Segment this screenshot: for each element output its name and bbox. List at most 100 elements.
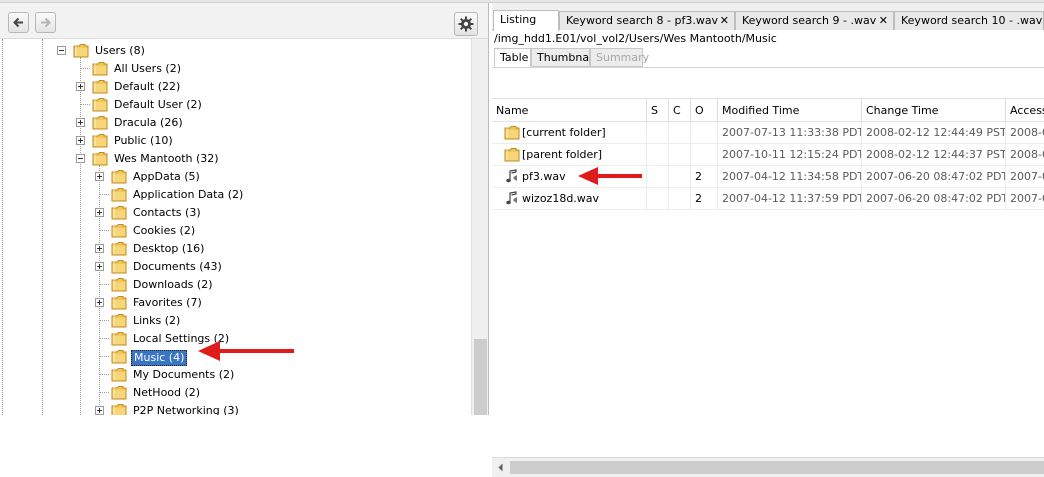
cell-o [691, 144, 718, 166]
audio-file-icon [504, 191, 520, 206]
expand-toggle[interactable] [95, 406, 104, 415]
column-header-change-time[interactable]: Change Time [862, 99, 1006, 122]
tree-item-my-documents[interactable]: My Documents (2) [0, 366, 470, 384]
back-button[interactable] [8, 12, 29, 33]
expand-toggle[interactable] [76, 82, 85, 91]
folder-icon [111, 169, 127, 184]
cell-s [647, 144, 669, 166]
tree-item-public[interactable]: Public (10) [0, 132, 470, 150]
tree-item-default-user[interactable]: Default User (2) [0, 96, 470, 114]
forward-button[interactable] [35, 12, 56, 33]
tree-item-label: Users (8) [95, 44, 145, 57]
tree-item-application-data[interactable]: Application Data (2) [0, 186, 470, 204]
tree-connector [99, 338, 109, 339]
tree-connector [80, 68, 90, 69]
folder-icon [111, 331, 127, 346]
folder-icon [111, 241, 127, 256]
tree-item-label-selected: Music (4) [131, 350, 188, 366]
tree-connector [99, 230, 109, 231]
collapse-toggle[interactable] [76, 154, 85, 163]
cell-access-time: 2007-0 [1010, 170, 1044, 183]
table-row[interactable]: [parent folder] 2007-10-11 12:15:24 PDT … [492, 144, 1044, 166]
tree-item-all-users[interactable]: All Users (2) [0, 60, 470, 78]
expand-toggle[interactable] [95, 208, 104, 217]
tree-item-favorites[interactable]: Favorites (7) [0, 294, 470, 312]
cell-s [647, 188, 669, 210]
tree-connector [99, 194, 109, 195]
tree-item-label: Default User (2) [114, 98, 202, 111]
column-header-name[interactable]: Name [492, 99, 647, 122]
tree-item-users[interactable]: Users (8) [0, 42, 470, 60]
folder-icon [73, 43, 89, 58]
tree-connector [99, 284, 109, 285]
scroll-left-icon[interactable] [493, 460, 508, 475]
column-header-c[interactable]: C [669, 99, 691, 122]
tree-vertical-scrollbar[interactable] [471, 39, 488, 415]
tree-item-default[interactable]: Default (22) [0, 78, 470, 96]
view-tabs: Table Thumbnail Summary [492, 48, 1044, 67]
tree-item-desktop[interactable]: Desktop (16) [0, 240, 470, 258]
table-horizontal-scrollbar[interactable] [492, 457, 1044, 477]
cell-access-time: 2008-0 [1010, 126, 1044, 139]
tree-item-documents[interactable]: Documents (43) [0, 258, 470, 276]
cell-modified-time: 2007-04-12 11:34:58 PDT [718, 166, 862, 188]
settings-button[interactable] [454, 12, 478, 36]
tab-keyword-search-9[interactable]: Keyword search 9 - .wav ✕ [735, 11, 894, 30]
column-header-access[interactable]: Access [1006, 99, 1044, 122]
tree-item-contacts[interactable]: Contacts (3) [0, 204, 470, 222]
folder-icon [111, 187, 127, 202]
tree-item-wes-mantooth[interactable]: Wes Mantooth (32) [0, 150, 470, 168]
folder-icon [111, 205, 127, 220]
tree-item-nethood[interactable]: NetHood (2) [0, 384, 470, 402]
cell-name: [current folder] [492, 122, 647, 144]
tree-item-label: NetHood (2) [133, 386, 201, 399]
cell-o [691, 122, 718, 144]
expand-toggle[interactable] [95, 298, 104, 307]
cell-change-time: 2007-06-20 08:47:02 PDT [862, 188, 1006, 210]
expand-toggle[interactable] [76, 118, 85, 127]
scrollbar-thumb[interactable] [510, 461, 1044, 474]
folder-icon [111, 403, 127, 415]
expand-toggle[interactable] [95, 262, 104, 271]
table-row[interactable]: wizoz18d.wav 2 2007-04-12 11:37:59 PDT 2… [492, 188, 1044, 210]
tab-keyword-search-10[interactable]: Keyword search 10 - .wav [894, 11, 1044, 30]
folder-icon [111, 367, 127, 382]
column-header-modified-time[interactable]: Modified Time [718, 99, 862, 122]
tab-keyword-search-8[interactable]: Keyword search 8 - pf3.wav ✕ [559, 11, 735, 30]
tree-item-cookies[interactable]: Cookies (2) [0, 222, 470, 240]
column-header-o[interactable]: O [691, 99, 718, 122]
view-tab-thumbnail[interactable]: Thumbnail [531, 48, 595, 67]
file-name: pf3.wav [522, 170, 566, 183]
column-header-s[interactable]: S [647, 99, 669, 122]
expand-toggle[interactable] [95, 172, 104, 181]
expand-toggle[interactable] [76, 136, 85, 145]
scrollbar-thumb[interactable] [474, 339, 487, 415]
folder-icon [92, 115, 108, 130]
table-row[interactable]: pf3.wav 2 2007-04-12 11:34:58 PDT 2007-0… [492, 166, 1044, 188]
folder-icon [111, 277, 127, 292]
tree-item-dracula[interactable]: Dracula (26) [0, 114, 470, 132]
close-icon[interactable]: ✕ [720, 14, 729, 27]
folder-icon [504, 147, 520, 162]
view-tab-table[interactable]: Table [494, 48, 531, 67]
tree-item-p2p-networking[interactable]: P2P Networking (3) [0, 402, 470, 415]
folder-icon [111, 295, 127, 310]
tree-item-appdata[interactable]: AppData (5) [0, 168, 470, 186]
tree-item-downloads[interactable]: Downloads (2) [0, 276, 470, 294]
tree-item-label: Documents (43) [133, 260, 222, 273]
expand-toggle[interactable] [95, 244, 104, 253]
file-table: Name S C O Modified Time Change Time Acc… [492, 67, 1044, 477]
cell-modified-time: 2007-04-12 11:37:59 PDT [718, 188, 862, 210]
folder-icon [92, 61, 108, 76]
tab-listing[interactable]: Listing [493, 10, 559, 31]
tree-item-label: Cookies (2) [133, 224, 196, 237]
cell-s [647, 166, 669, 188]
cell-modified-time: 2007-07-13 11:33:38 PDT [718, 122, 862, 144]
close-icon[interactable]: ✕ [879, 14, 888, 27]
tree-item-label: Links (2) [133, 314, 181, 327]
tree-item-label: Default (22) [114, 80, 181, 93]
collapse-toggle[interactable] [57, 46, 66, 55]
folder-icon [111, 259, 127, 274]
table-row[interactable]: [current folder] 2007-07-13 11:33:38 PDT… [492, 122, 1044, 144]
tree-item-links[interactable]: Links (2) [0, 312, 470, 330]
